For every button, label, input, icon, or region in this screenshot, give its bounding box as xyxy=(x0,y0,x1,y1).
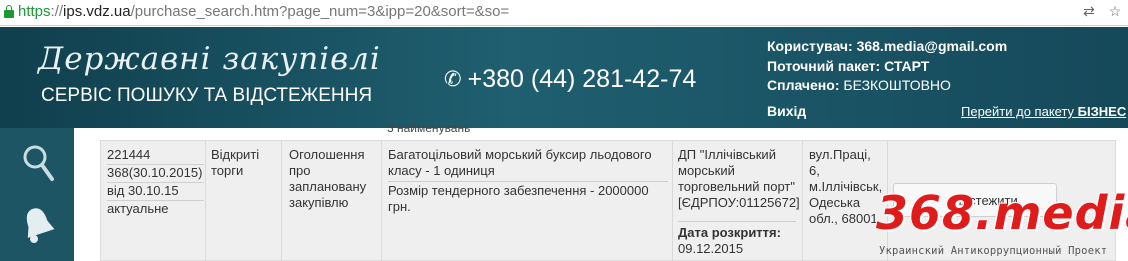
bell-icon[interactable] xyxy=(20,204,56,244)
description-item[interactable]: Багатоцільовий морський буксир льодового… xyxy=(388,147,668,182)
items-count-text: 3 найменувань xyxy=(387,121,471,135)
phone-number: ✆ +380 (44) 281-42-74 xyxy=(444,65,696,94)
user-row: Користувач: 368.media@gmail.com xyxy=(767,37,1007,57)
open-date: 09.12.2015 xyxy=(678,241,744,256)
watermark: 368.media Украинский Антикоррупционный П… xyxy=(876,186,1128,261)
left-sidebar xyxy=(0,128,74,261)
purchase-number[interactable]: 221444 xyxy=(107,147,204,165)
url-separator: :// xyxy=(50,3,64,20)
package-row: Поточний пакет: СТАРТ xyxy=(767,57,1007,77)
phone-icon: ✆ xyxy=(444,68,462,91)
user-info: Користувач: 368.media@gmail.com Поточний… xyxy=(767,37,1007,96)
user-label: Користувач: xyxy=(767,38,853,54)
paid-row: Сплачено: БЕЗКОШТОВНО xyxy=(767,76,1007,96)
translate-icon[interactable]: ⇄ xyxy=(1082,3,1096,19)
description-security: Розмір тендерного забезпечення - 2000000… xyxy=(388,183,649,214)
address-bar[interactable]: https://ips.vdz.ua/purchase_search.htm?p… xyxy=(0,0,1128,26)
search-icon[interactable] xyxy=(22,144,54,182)
url-path: /purchase_search.htm?page_num=3&ipp=20&s… xyxy=(130,3,510,20)
upgrade-link-bold: БІЗНЕС xyxy=(1077,104,1127,119)
upgrade-business-link[interactable]: Перейти до пакету БІЗНЕС xyxy=(961,104,1126,119)
url-text[interactable]: https://ips.vdz.ua/purchase_search.htm?p… xyxy=(18,3,509,20)
phone-text: +380 (44) 281-42-74 xyxy=(467,65,697,93)
paid-value: БЕЗКОШТОВНО xyxy=(843,77,951,93)
open-date-label: Дата розкриття: xyxy=(678,221,796,241)
logout-link[interactable]: Вихід xyxy=(767,103,806,119)
lock-icon xyxy=(4,5,14,18)
package-value: СТАРТ xyxy=(884,57,930,74)
url-host: ips.vdz.ua xyxy=(63,3,131,20)
procedure-type: Відкриті торги xyxy=(211,147,260,178)
paid-label: Сплачено: xyxy=(767,77,840,93)
site-header: Державні закупівлі СЕРВІС ПОШУКУ ТА ВІДС… xyxy=(0,27,1128,128)
package-label: Поточний пакет: xyxy=(767,57,881,74)
purchase-description: Багатоцільовий морський буксир льодового… xyxy=(388,147,668,215)
purchase-date: від 30.10.15 xyxy=(107,183,204,201)
brand-subtitle: СЕРВІС ПОШУКУ ТА ВІДСТЕЖЕННЯ xyxy=(41,85,373,106)
announcement-type: Оголошення про заплановану закупівлю xyxy=(289,147,367,210)
user-value: 368.media@gmail.com xyxy=(856,38,1008,54)
watermark-logo: 368.media xyxy=(876,186,1128,240)
brand-title[interactable]: Державні закупівлі xyxy=(38,41,381,77)
purchase-status: актуальне xyxy=(107,201,169,216)
watermark-caption: Украинский Антикоррупционный Проект xyxy=(879,245,1108,257)
purchase-id-cell: 221444 368(30.10.2015) від 30.10.15 акту… xyxy=(107,147,204,217)
star-icon[interactable]: ☆ xyxy=(1108,3,1122,19)
upgrade-link-text: Перейти до пакету xyxy=(961,104,1078,119)
purchase-reg: 368(30.10.2015) xyxy=(107,165,204,183)
customer-name: ДП "Іллічівський морський торговельний п… xyxy=(678,147,800,210)
customer-cell: ДП "Іллічівський морський торговельний п… xyxy=(678,147,800,257)
customer-address: вул.Праці, 6, м.Іллічівськ, Одеська обл.… xyxy=(809,147,883,226)
url-protocol: https xyxy=(18,3,51,20)
